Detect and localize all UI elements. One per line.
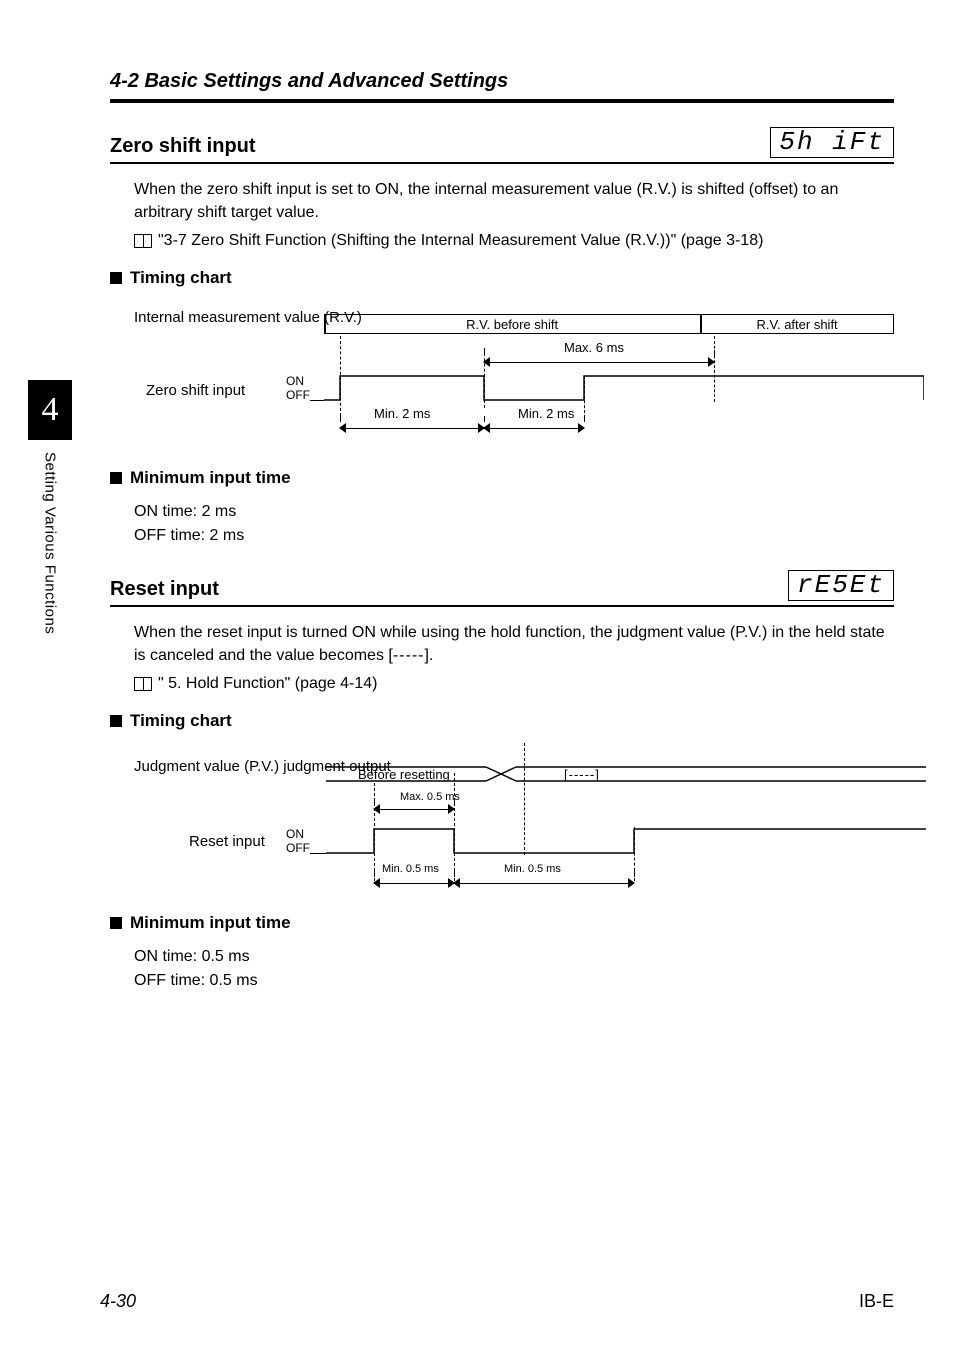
header-rule	[110, 99, 894, 103]
zero-min-input-subhead: Minimum input time	[110, 468, 894, 488]
c1-lead	[310, 400, 324, 401]
c1-max-span	[484, 356, 714, 368]
c2-min-on-label: Min. 0.5 ms	[382, 863, 439, 875]
book-icon	[134, 677, 152, 691]
zero-min-input-title: Minimum input time	[130, 468, 291, 488]
reset-title-row: Reset input rE5Et	[110, 570, 894, 607]
reset-ref: " 5. Hold Function" (page 4-14)	[158, 675, 377, 693]
c1-signal-label: Zero shift input	[146, 382, 245, 399]
zero-shift-segment-display: 5h iFt	[770, 127, 894, 158]
square-bullet-icon	[110, 272, 122, 284]
zero-shift-ref: "3-7 Zero Shift Function (Shifting the I…	[158, 232, 763, 250]
reset-timing-chart: Judgment value (P.V.) judgment output Re…	[134, 743, 894, 903]
zero-shift-ref-row: "3-7 Zero Shift Function (Shifting the I…	[134, 232, 894, 250]
vdash	[584, 376, 585, 418]
zero-timing-title: Timing chart	[130, 268, 232, 288]
c2-min-on-span	[374, 877, 454, 889]
reset-timing-subhead: Timing chart	[110, 711, 894, 731]
reset-intro: When the reset input is turned ON while …	[134, 621, 894, 667]
reset-title: Reset input	[110, 578, 219, 601]
chapter-number-badge: 4	[28, 380, 72, 440]
c2-signal	[326, 827, 894, 855]
c1-min-on-span	[340, 422, 484, 434]
reset-min-input-subhead: Minimum input time	[110, 913, 894, 933]
square-bullet-icon	[110, 917, 122, 929]
zero-min-values: ON time: 2 ms OFF time: 2 ms	[134, 500, 894, 548]
c2-dashes-label: [-----]	[564, 767, 600, 782]
book-icon	[134, 234, 152, 248]
c1-onoff: ON OFF	[286, 374, 310, 403]
c2-min-off-label: Min. 0.5 ms	[504, 863, 561, 875]
c1-timeline: R.V. before shift R.V. after shift	[324, 314, 894, 334]
reset-timing-title: Timing chart	[130, 711, 232, 731]
square-bullet-icon	[110, 715, 122, 727]
section-header: 4-2 Basic Settings and Advanced Settings	[110, 70, 894, 93]
c1-signal	[324, 374, 894, 402]
c1-min-on-label: Min. 2 ms	[374, 406, 430, 421]
c1-min-off-label: Min. 2 ms	[518, 406, 574, 421]
zero-timing-subhead: Timing chart	[110, 268, 894, 288]
vdash	[714, 336, 715, 402]
footer-doc-code: IB-E	[859, 1291, 894, 1312]
c2-signal-label: Reset input	[189, 833, 265, 850]
c2-max-label: Max. 0.5 ms	[400, 791, 460, 803]
zero-shift-timing-chart: Internal measurement value (R.V.) Zero s…	[134, 300, 894, 450]
page-footer: 4-30 IB-E	[100, 1291, 894, 1312]
c2-lead	[310, 853, 326, 854]
c2-max-span	[374, 803, 454, 815]
c2-before-label: Before resetting	[358, 767, 450, 782]
c2-min-off-span	[454, 877, 634, 889]
side-tab: 4 Setting Various Functions	[28, 380, 72, 634]
brace-icon	[291, 306, 317, 342]
c2-onoff: ON OFF	[286, 827, 310, 856]
zero-shift-title-row: Zero shift input 5h iFt	[110, 127, 894, 164]
c1-min-off-span	[484, 422, 584, 434]
reset-segment-display: rE5Et	[788, 570, 894, 601]
footer-page-number: 4-30	[100, 1291, 136, 1312]
reset-ref-row: " 5. Hold Function" (page 4-14)	[134, 675, 894, 693]
reset-min-values: ON time: 0.5 ms OFF time: 0.5 ms	[134, 945, 894, 993]
c1-max-label: Max. 6 ms	[564, 340, 624, 355]
square-bullet-icon	[110, 472, 122, 484]
chapter-title-vertical: Setting Various Functions	[42, 452, 59, 634]
zero-shift-intro: When the zero shift input is set to ON, …	[134, 178, 894, 224]
reset-min-input-title: Minimum input time	[130, 913, 291, 933]
zero-shift-title: Zero shift input	[110, 135, 256, 158]
